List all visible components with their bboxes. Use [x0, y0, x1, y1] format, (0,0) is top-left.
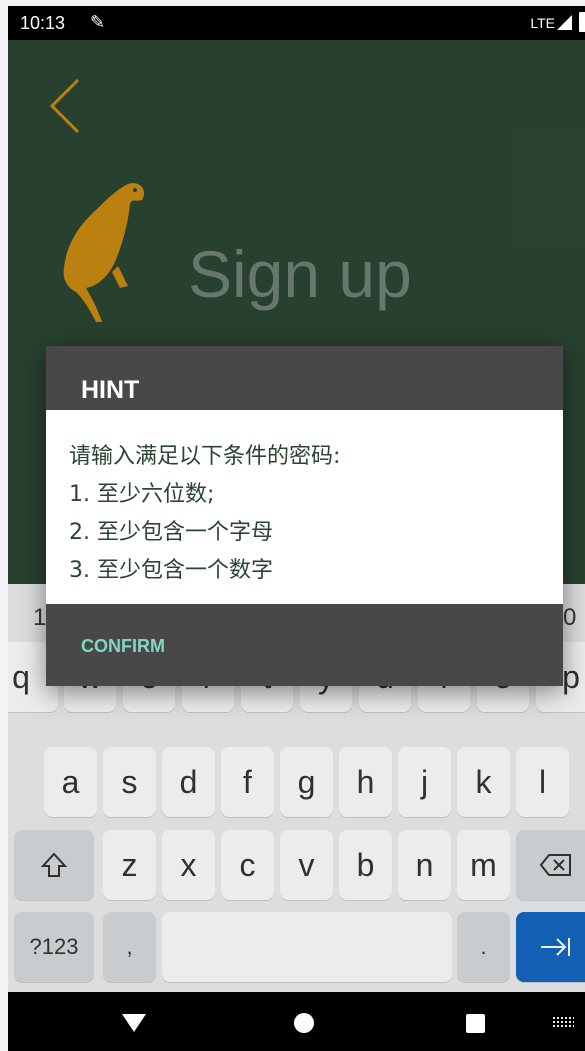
device-screen: 10:13 ✎ LTE Sign up 1 0 q w e r t y u i …	[8, 6, 585, 1051]
nav-home-icon[interactable]	[294, 1013, 314, 1033]
keyboard-switch-icon[interactable]	[552, 1016, 574, 1028]
dialog-line-rule-3: 3. 至少包含一个数字	[69, 558, 273, 583]
dialog-line-intro: 请输入满足以下条件的密码:	[69, 444, 341, 469]
hint-dialog: HINT 请输入满足以下条件的密码: 1. 至少六位数; 2. 至少包含一个字母…	[46, 346, 563, 686]
status-bar: 10:13 ✎ LTE	[8, 6, 585, 40]
dialog-message: 请输入满足以下条件的密码: 1. 至少六位数; 2. 至少包含一个字母 3. 至…	[46, 410, 563, 604]
nav-back-icon[interactable]	[122, 1014, 146, 1032]
quill-icon: ✎	[90, 12, 106, 33]
nav-recents-icon[interactable]	[466, 1014, 485, 1033]
navigation-bar	[8, 992, 585, 1051]
signal-icon	[557, 15, 572, 30]
dialog-title: HINT	[81, 376, 140, 404]
confirm-button[interactable]: CONFIRM	[81, 636, 165, 657]
dialog-line-rule-2: 2. 至少包含一个字母	[69, 520, 273, 545]
network-type: LTE	[530, 15, 555, 31]
battery-icon	[579, 12, 585, 32]
dialog-line-rule-1: 1. 至少六位数;	[69, 482, 215, 507]
status-time: 10:13	[20, 13, 66, 33]
